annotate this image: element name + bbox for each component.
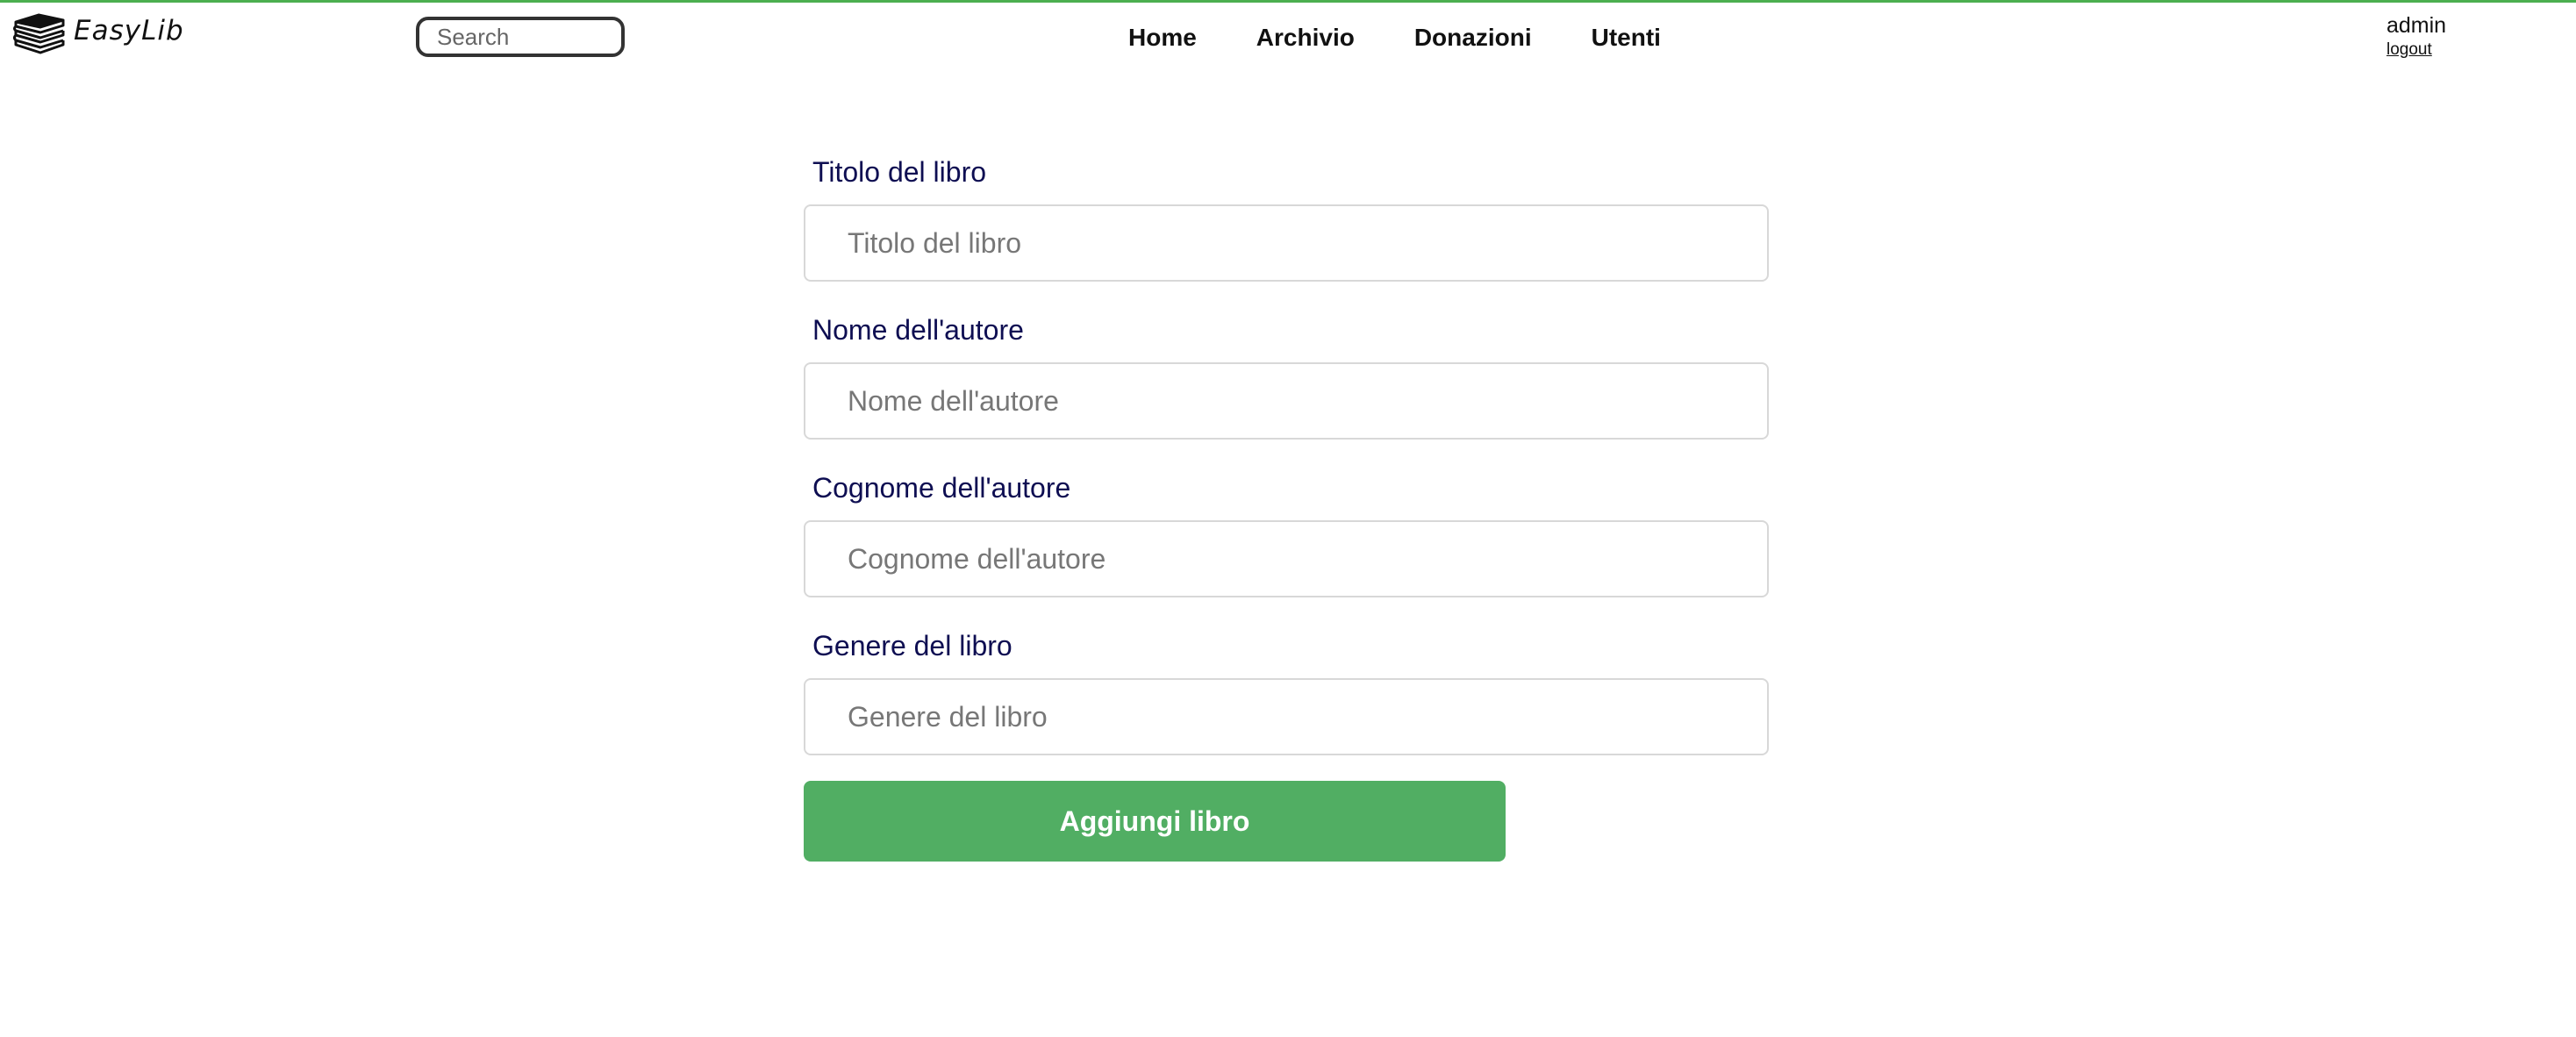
logo[interactable]: EasyLib	[12, 11, 184, 57]
author-first-name-label: Nome dell'autore	[812, 314, 1024, 346]
search-input[interactable]	[416, 17, 625, 57]
add-book-form: Titolo del libro Nome dell'autore Cognom…	[804, 154, 1769, 862]
nav-item-home[interactable]: Home	[1128, 24, 1197, 52]
author-first-name-input[interactable]	[804, 362, 1769, 440]
brand-name: EasyLib	[74, 15, 184, 46]
genre-label: Genere del libro	[812, 630, 1013, 662]
author-last-name-input[interactable]	[804, 520, 1769, 597]
logout-link[interactable]: logout	[2386, 40, 2446, 60]
user-menu: admin logout	[2386, 13, 2446, 60]
add-book-button[interactable]: Aggiungi libro	[804, 781, 1506, 862]
nav-item-donazioni[interactable]: Donazioni	[1414, 24, 1532, 52]
username: admin	[2386, 13, 2447, 38]
main-nav: Home Archivio Donazioni Utenti	[1128, 24, 1721, 52]
nav-item-archivio[interactable]: Archivio	[1256, 24, 1355, 52]
books-stack-icon	[13, 13, 65, 54]
title-label: Titolo del libro	[812, 156, 987, 188]
author-last-name-label: Cognome dell'autore	[812, 472, 1071, 504]
nav-item-utenti[interactable]: Utenti	[1592, 24, 1661, 52]
title-input[interactable]	[804, 204, 1769, 282]
header: EasyLib Home Archivio Donazioni Utenti a…	[0, 3, 2576, 73]
genre-input[interactable]	[804, 678, 1769, 755]
